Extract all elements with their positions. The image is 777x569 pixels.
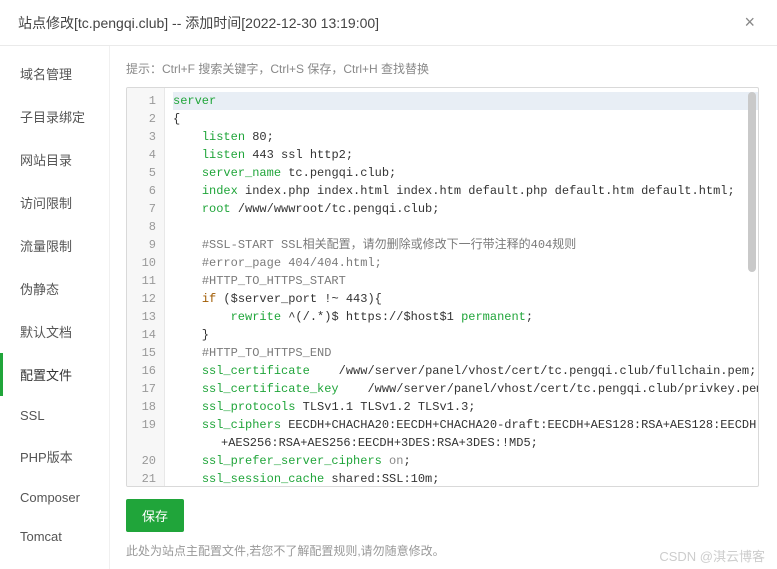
code-line[interactable]: if ($server_port !~ 443){ (173, 290, 758, 308)
editor-code[interactable]: server{ listen 80; listen 443 ssl http2;… (165, 88, 758, 486)
top-hint: 提示：Ctrl+F 搜索关键字，Ctrl+S 保存，Ctrl+H 查找替换 (126, 60, 759, 77)
sidebar-item[interactable]: 域名管理 (0, 52, 109, 95)
code-line[interactable]: ssl_protocols TLSv1.1 TLSv1.2 TLSv1.3; (173, 398, 758, 416)
editor-gutter: 123456789101112131415161718192021 (127, 88, 165, 486)
sidebar-item[interactable]: 默认文档 (0, 310, 109, 353)
code-line[interactable]: } (173, 326, 758, 344)
modal-header: 站点修改[tc.pengqi.club] -- 添加时间[2022-12-30 … (0, 0, 777, 46)
sidebar-item[interactable]: 访问限制 (0, 181, 109, 224)
code-line[interactable]: ssl_prefer_server_ciphers on; (173, 452, 758, 470)
code-editor[interactable]: 123456789101112131415161718192021 server… (126, 87, 759, 487)
sidebar-item[interactable]: 重定向 (0, 556, 109, 569)
code-line[interactable]: ssl_ciphers EECDH+CHACHA20:EECDH+CHACHA2… (173, 416, 758, 434)
save-button[interactable]: 保存 (126, 499, 184, 532)
modal-body: 域名管理子目录绑定网站目录访问限制流量限制伪静态默认文档配置文件SSLPHP版本… (0, 46, 777, 569)
code-line[interactable]: server (173, 92, 758, 110)
sidebar-item[interactable]: 网站目录 (0, 138, 109, 181)
editor-scrollbar[interactable] (748, 92, 756, 272)
modal-dialog: 站点修改[tc.pengqi.club] -- 添加时间[2022-12-30 … (0, 0, 777, 569)
sidebar-item[interactable]: 配置文件 (0, 353, 109, 396)
modal-title: 站点修改[tc.pengqi.club] -- 添加时间[2022-12-30 … (18, 13, 379, 33)
bottom-hint: 此处为站点主配置文件,若您不了解配置规则,请勿随意修改。 (126, 542, 759, 559)
sidebar-item[interactable]: Tomcat (0, 517, 109, 556)
sidebar-item[interactable]: Composer (0, 478, 109, 517)
content-panel: 提示：Ctrl+F 搜索关键字，Ctrl+S 保存，Ctrl+H 查找替换 12… (110, 46, 777, 569)
code-line[interactable]: #error_page 404/404.html; (173, 254, 758, 272)
code-line[interactable]: root /www/wwwroot/tc.pengqi.club; (173, 200, 758, 218)
code-line[interactable]: #HTTP_TO_HTTPS_START (173, 272, 758, 290)
code-line[interactable]: ssl_certificate /www/server/panel/vhost/… (173, 362, 758, 380)
code-line[interactable]: index index.php index.html index.htm def… (173, 182, 758, 200)
close-icon[interactable]: × (740, 12, 759, 33)
sidebar-item[interactable]: 子目录绑定 (0, 95, 109, 138)
code-line[interactable]: rewrite ^(/.*)$ https://$host$1 permanen… (173, 308, 758, 326)
code-line[interactable] (173, 218, 758, 236)
code-line[interactable]: +AES256:RSA+AES256:EECDH+3DES:RSA+3DES:!… (173, 434, 758, 452)
code-line[interactable]: #HTTP_TO_HTTPS_END (173, 344, 758, 362)
code-line[interactable]: server_name tc.pengqi.club; (173, 164, 758, 182)
sidebar-item[interactable]: SSL (0, 396, 109, 435)
code-line[interactable]: ssl_session_cache shared:SSL:10m; (173, 470, 758, 486)
code-line[interactable]: ssl_certificate_key /www/server/panel/vh… (173, 380, 758, 398)
code-line[interactable]: { (173, 110, 758, 128)
sidebar-item[interactable]: PHP版本 (0, 435, 109, 478)
code-line[interactable]: listen 80; (173, 128, 758, 146)
sidebar-item[interactable]: 流量限制 (0, 224, 109, 267)
code-line[interactable]: listen 443 ssl http2; (173, 146, 758, 164)
sidebar: 域名管理子目录绑定网站目录访问限制流量限制伪静态默认文档配置文件SSLPHP版本… (0, 46, 110, 569)
sidebar-item[interactable]: 伪静态 (0, 267, 109, 310)
code-line[interactable]: #SSL-START SSL相关配置，请勿删除或修改下一行带注释的404规则 (173, 236, 758, 254)
